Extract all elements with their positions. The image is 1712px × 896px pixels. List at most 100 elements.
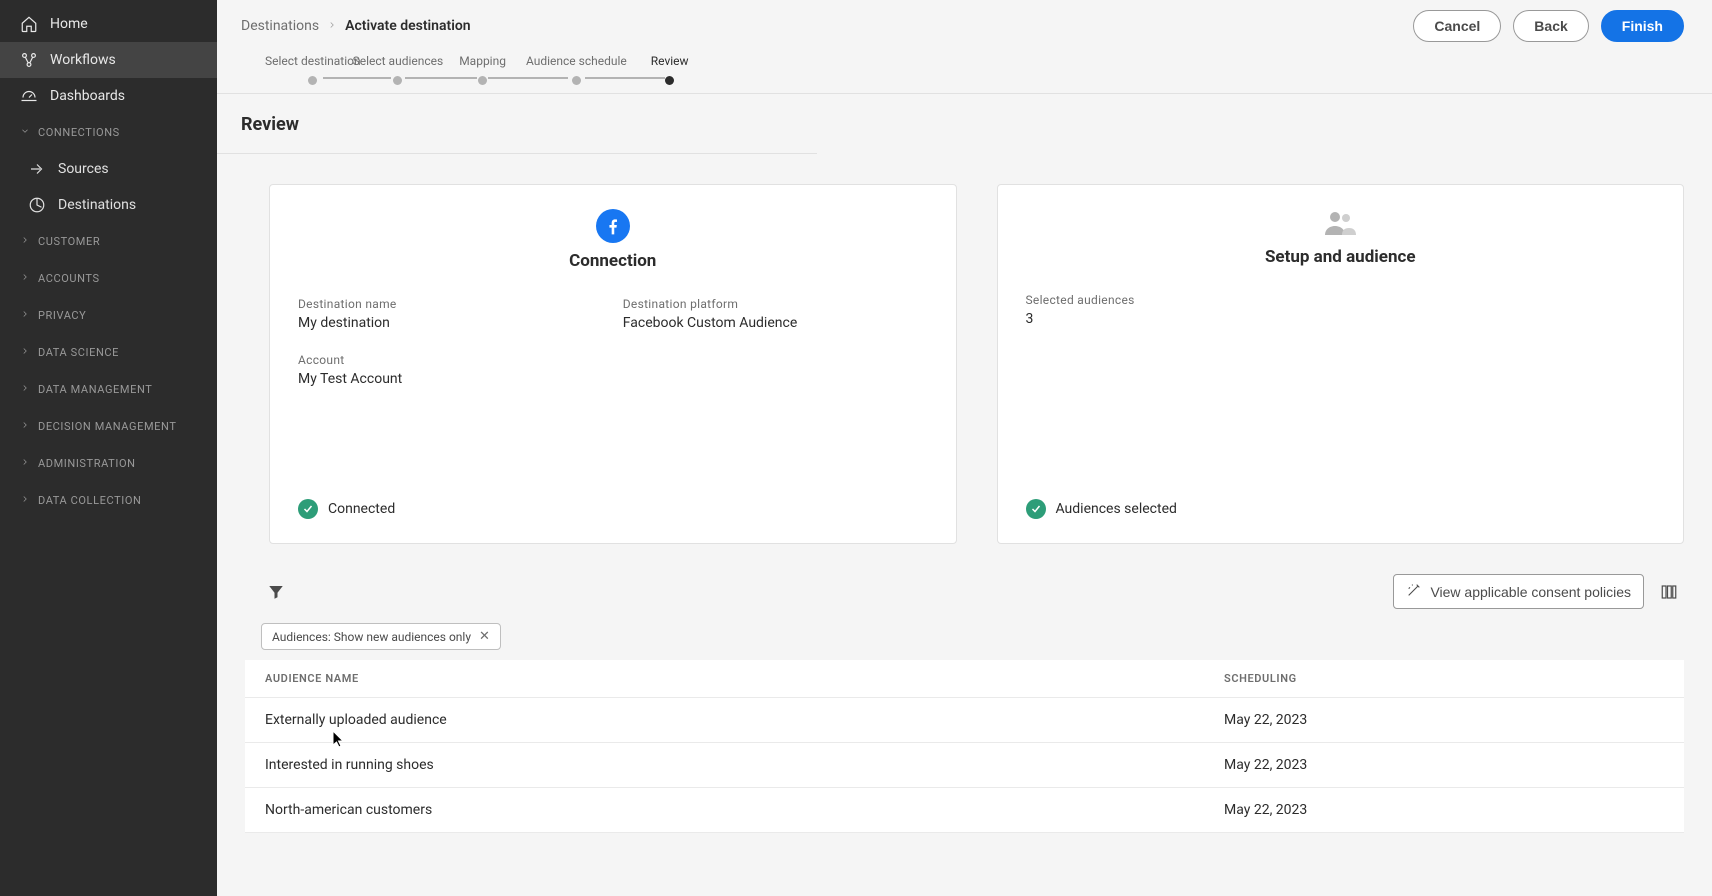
topbar: Destinations Activate destination Cancel… [217,0,1712,42]
section-customer-label: CUSTOMER [38,235,100,248]
section-data-management-label: DATA MANAGEMENT [38,383,152,396]
section-privacy[interactable]: PRIVACY [0,297,217,334]
section-administration[interactable]: ADMINISTRATION [0,445,217,482]
nav-destinations[interactable]: Destinations [0,187,217,223]
wand-icon [1406,582,1422,601]
connection-fields: Destination name My destination Destinat… [298,297,928,387]
chevron-right-icon [20,235,30,248]
page-title: Review [217,94,817,154]
section-connections-label: CONNECTIONS [38,126,120,139]
step-review[interactable]: Review [651,54,689,85]
step-label: Select audiences [353,54,444,68]
nav-workflows-label: Workflows [50,52,116,68]
section-accounts[interactable]: ACCOUNTS [0,260,217,297]
section-connections[interactable]: CONNECTIONS [0,114,217,151]
step-dot [393,76,402,85]
step-label: Mapping [459,54,506,68]
section-decision-management[interactable]: DECISION MANAGEMENT [0,408,217,445]
chevron-right-icon [20,309,30,322]
destinations-icon [28,196,46,214]
setup-card: Setup and audience Selected audiences 3 … [997,184,1685,544]
sources-icon [28,160,46,178]
section-administration-label: ADMINISTRATION [38,457,136,470]
field-destination-platform: Destination platform Facebook Custom Aud… [623,297,928,331]
cancel-button[interactable]: Cancel [1413,10,1501,42]
cell-audience-name: Interested in running shoes [245,743,1204,788]
section-accounts-label: ACCOUNTS [38,272,100,285]
sidebar: Home Workflows Dashboards CONNECTIONS So… [0,0,217,896]
breadcrumb-root[interactable]: Destinations [241,18,319,34]
main: Destinations Activate destination Cancel… [217,0,1712,896]
table-toolbar: View applicable consent policies [245,574,1684,623]
section-customer[interactable]: CUSTOMER [0,223,217,260]
table-row[interactable]: North-american customers May 22, 2023 [245,788,1684,833]
field-account: Account My Test Account [298,353,603,387]
setup-status: Audiences selected [1026,499,1656,519]
field-value: My destination [298,315,603,331]
chevron-down-icon [20,126,30,139]
cell-scheduling: May 22, 2023 [1204,698,1684,743]
step-audience-schedule[interactable]: Audience schedule [526,54,627,85]
step-select-destination[interactable]: Select destination [265,54,361,85]
step-select-audiences[interactable]: Select audiences [353,54,444,85]
toolbar-right: View applicable consent policies [1393,574,1684,609]
nav-home-label: Home [50,16,88,32]
setup-title: Setup and audience [1265,247,1416,267]
nav-dashboards[interactable]: Dashboards [0,78,217,114]
status-text: Connected [328,501,395,517]
breadcrumb: Destinations Activate destination [241,18,471,34]
column-settings-button[interactable] [1654,577,1684,607]
nav-workflows[interactable]: Workflows [0,42,217,78]
workflows-icon [20,51,38,69]
nav-home[interactable]: Home [0,6,217,42]
dashboards-icon [20,87,38,105]
cell-scheduling: May 22, 2023 [1204,788,1684,833]
chevron-right-icon [20,272,30,285]
card-header: Setup and audience [1026,209,1656,267]
chevron-right-icon [20,346,30,359]
field-label: Account [298,353,603,367]
back-button[interactable]: Back [1513,10,1588,42]
field-value: 3 [1026,311,1656,327]
section-privacy-label: PRIVACY [38,309,86,322]
top-actions: Cancel Back Finish [1413,10,1684,42]
filter-chip[interactable]: Audiences: Show new audiences only ✕ [261,623,501,650]
field-selected-audiences: Selected audiences 3 [1026,293,1656,327]
nav-sources[interactable]: Sources [0,151,217,187]
table-row[interactable]: Externally uploaded audience May 22, 202… [245,698,1684,743]
finish-button[interactable]: Finish [1601,10,1684,42]
chevron-right-icon [20,383,30,396]
close-icon[interactable]: ✕ [479,629,490,644]
section-data-management[interactable]: DATA MANAGEMENT [0,371,217,408]
toolbar-left [261,577,291,607]
step-mapping[interactable]: Mapping [459,54,506,85]
field-value: My Test Account [298,371,603,387]
cell-audience-name: North-american customers [245,788,1204,833]
connection-title: Connection [569,251,656,271]
table-row[interactable]: Interested in running shoes May 22, 2023 [245,743,1684,788]
header-scheduling[interactable]: SCHEDULING [1204,660,1684,698]
connection-status: Connected [298,499,928,519]
consent-btn-label: View applicable consent policies [1430,584,1631,600]
people-icon [1322,209,1358,237]
section-data-collection[interactable]: DATA COLLECTION [0,482,217,519]
table-section: View applicable consent policies Audienc… [217,574,1712,861]
field-label: Destination name [298,297,603,311]
columns-icon [1660,583,1678,601]
field-value: Facebook Custom Audience [623,315,928,331]
funnel-icon [267,583,285,601]
chevron-right-icon [20,457,30,470]
nav-dashboards-label: Dashboards [50,88,125,104]
cell-scheduling: May 22, 2023 [1204,743,1684,788]
section-decision-management-label: DECISION MANAGEMENT [38,420,176,433]
table-header-row: AUDIENCE NAME SCHEDULING [245,660,1684,698]
field-label: Destination platform [623,297,928,311]
step-dot [308,76,317,85]
chevron-right-icon [20,494,30,507]
stepper: Select destination Select audiences Mapp… [217,42,1712,85]
section-data-science[interactable]: DATA SCIENCE [0,334,217,371]
view-consent-policies-button[interactable]: View applicable consent policies [1393,574,1644,609]
filter-button[interactable] [261,577,291,607]
cards-row: Connection Destination name My destinati… [217,154,1712,574]
header-audience-name[interactable]: AUDIENCE NAME [245,660,1204,698]
